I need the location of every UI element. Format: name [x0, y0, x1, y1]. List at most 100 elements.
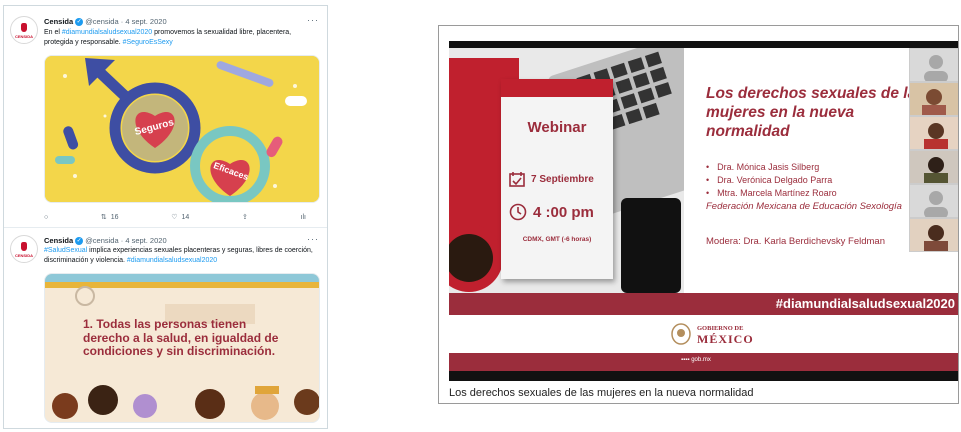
speaker-item: Dra. Mónica Jasis Silberg: [706, 161, 837, 174]
tweet-image[interactable]: 1. Todas las personas tienen derecho a l…: [44, 273, 320, 423]
share-icon: ⇪: [240, 428, 246, 429]
avatar-label: CENSIDA: [14, 253, 33, 258]
twitter-feed: CENSIDA Censida ✓ @censida · 4 sept. 2020 …: [3, 5, 328, 429]
share-button[interactable]: ⇪: [242, 213, 248, 221]
avatar[interactable]: CENSIDA: [10, 16, 38, 44]
retweet-button[interactable]: ⇅5: [103, 428, 117, 429]
hashtag-link[interactable]: #SaludSexual: [44, 247, 87, 254]
calendar-icon: [509, 172, 525, 187]
avatar-placeholder-icon: [924, 191, 948, 217]
verified-icon: ✓: [75, 237, 84, 246]
video-top-bar: [449, 41, 958, 48]
retweet-count: 5: [113, 429, 117, 430]
like-button[interactable]: ♡7: [171, 428, 185, 429]
censida-logo-icon: [21, 242, 27, 251]
hashtag-link[interactable]: #diamundialsaludsexual2020: [62, 29, 152, 36]
webinar-label: Webinar: [527, 119, 587, 136]
speaker-list: Dra. Mónica Jasis Silberg Dra. Verónica …: [706, 161, 837, 200]
gob-url: gob.mx: [691, 357, 711, 363]
participant-video: [910, 151, 958, 183]
participant-thumbnail[interactable]: [909, 184, 958, 218]
participant-thumbnail[interactable]: [909, 116, 958, 150]
webinar-card: Webinar 7 Septiembre 4 :00 pm CDMX, GMT …: [501, 79, 613, 279]
tweet-date[interactable]: · 4 sept. 2020: [121, 17, 167, 26]
gob-footer-bar: ▪▪▪▪ gob.mx: [449, 353, 958, 371]
like-button[interactable]: ♡ 14: [171, 213, 190, 222]
retweet-icon: ⇅: [100, 214, 107, 221]
tweet-actions: ○ ⇅ 16 ♡ 14 ⇪ ılı: [44, 213, 306, 222]
webinar-date: 7 Septiembre: [531, 173, 594, 185]
retweet-icon: ⇅: [103, 428, 109, 429]
tweet-text: En el #diamundialsaludsexual2020 promove…: [44, 28, 322, 47]
share-icon: ⇪: [242, 214, 248, 221]
mexico-seal-icon: [671, 323, 691, 345]
stats-icon: ılı: [301, 429, 306, 430]
like-icon: ♡: [171, 428, 177, 429]
federation-name: Federación Mexicana de Educación Sexolog…: [706, 201, 902, 212]
share-button[interactable]: ⇪: [240, 428, 246, 429]
slide-title: Los derechos sexuales de las mujeres en …: [706, 85, 925, 140]
webinar-time-row: 4 :00 pm: [509, 203, 594, 221]
condoms-illustration: Seguros Eficaces: [45, 56, 319, 202]
participant-thumbnail[interactable]: [909, 48, 958, 82]
like-icon: ♡: [171, 214, 178, 221]
avatar-label: CENSIDA: [14, 34, 33, 39]
hashtag-link[interactable]: #diamundialsaludsexual2020: [127, 257, 217, 264]
participant-thumbnail[interactable]: [909, 82, 958, 116]
participant-thumbnail[interactable]: [909, 218, 958, 252]
stats-button[interactable]: ılı: [301, 428, 306, 429]
tweet-actions: ○ ⇅5 ♡7 ⇪ ılı: [44, 428, 306, 429]
participant-video: [910, 219, 958, 251]
retweet-count: 16: [110, 213, 119, 221]
tweet-author-name[interactable]: Censida: [44, 17, 73, 26]
tweet[interactable]: CENSIDA Censida ✓ @censida · 4 sept. 2020 …: [4, 229, 327, 429]
video-bottom-bar: [449, 371, 958, 381]
speaker-item: Dra. Verónica Delgado Parra: [706, 174, 837, 187]
more-icon[interactable]: ···: [307, 15, 319, 25]
webinar-time: 4 :00 pm: [533, 203, 594, 221]
gobierno-mexico-logo: GOBIERNO DE MÉXICO: [671, 323, 754, 345]
hashtag-link[interactable]: #SeguroEsSexy: [123, 39, 173, 46]
tweet-handle[interactable]: @censida: [85, 236, 118, 245]
gobierno-text: GOBIERNO DE MÉXICO: [697, 324, 754, 346]
reply-button[interactable]: ○: [44, 213, 48, 221]
moderator: Modera: Dra. Karla Berdichevsky Feldman: [706, 236, 885, 247]
tweet[interactable]: CENSIDA Censida ✓ @censida · 4 sept. 2020 …: [4, 6, 327, 228]
tweet-author-name[interactable]: Censida: [44, 236, 73, 245]
verified-icon: ✓: [75, 18, 84, 27]
tweet-image[interactable]: Seguros Eficaces: [44, 55, 320, 203]
avatar[interactable]: CENSIDA: [10, 235, 38, 263]
tweet-header: Censida ✓ @censida · 4 sept. 2020: [44, 17, 167, 27]
stats-icon: ılı: [300, 213, 306, 221]
speaker-item: Mtra. Marcela Martínez Roaro: [706, 187, 837, 200]
tweet-text-span: En el: [44, 29, 62, 36]
video-player[interactable]: Webinar 7 Septiembre 4 :00 pm CDMX, GMT …: [449, 41, 958, 381]
avatar-placeholder-icon: [924, 55, 948, 81]
webinar-date-row: 7 Septiembre: [509, 171, 594, 187]
more-icon[interactable]: ···: [307, 234, 319, 244]
like-count: 14: [181, 213, 190, 221]
tweet-text: #SaludSexual implica experiencias sexual…: [44, 246, 322, 265]
mexico-label: MÉXICO: [697, 332, 754, 346]
reply-icon: ○: [44, 429, 48, 430]
participant-video: [910, 117, 958, 149]
tweet-handle[interactable]: @censida: [85, 17, 118, 26]
hashtag-banner: #diamundialsaludsexual2020: [449, 293, 958, 315]
gob-footer-text: ▪▪▪▪ gob.mx: [681, 357, 711, 363]
retweet-button[interactable]: ⇅ 16: [100, 213, 119, 222]
clock-icon: [509, 203, 527, 221]
participant-video: [910, 83, 958, 115]
notepad-binding: [501, 79, 613, 97]
rights-text: 1. Todas las personas tienen derecho a l…: [83, 317, 279, 358]
tweet-date[interactable]: · 4 sept. 2020: [121, 236, 167, 245]
reply-button[interactable]: ○: [44, 428, 48, 429]
stats-button[interactable]: ılı: [301, 213, 306, 221]
participant-thumbnail[interactable]: [909, 150, 958, 184]
video-panel: Webinar 7 Septiembre 4 :00 pm CDMX, GMT …: [438, 25, 959, 404]
video-caption: Los derechos sexuales de las mujeres en …: [449, 387, 754, 399]
tweet-header: Censida ✓ @censida · 4 sept. 2020: [44, 236, 167, 246]
reply-icon: ○: [44, 213, 49, 221]
hashtag-text: #diamundialsaludsexual2020: [775, 296, 955, 311]
like-count: 7: [182, 429, 186, 430]
censida-logo-icon: [21, 23, 27, 32]
